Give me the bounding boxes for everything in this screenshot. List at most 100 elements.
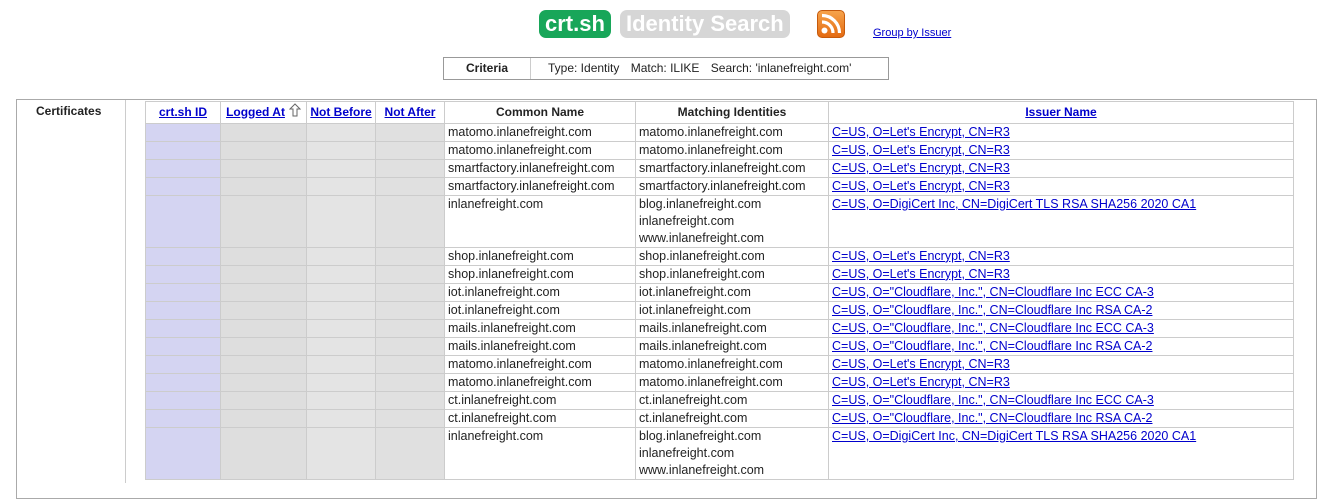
not-before-cell [306, 318, 376, 338]
issuer-link[interactable]: C=US, O=Let's Encrypt, CN=R3 [832, 249, 1010, 263]
matching-identity: iot.inlanefreight.com [639, 284, 751, 299]
not-before-cell [306, 390, 376, 410]
not-before-cell [306, 246, 376, 266]
not-before-cell [306, 122, 376, 142]
crtsh-id-cell[interactable] [145, 336, 221, 356]
issuer-link[interactable]: C=US, O="Cloudflare, Inc.", CN=Cloudflar… [832, 339, 1152, 353]
matching-identity: matomo.inlanefreight.com [639, 356, 783, 371]
issuer-name-cell: C=US, O="Cloudflare, Inc.", CN=Cloudflar… [828, 390, 1294, 410]
common-name-cell: smartfactory.inlanefreight.com [444, 176, 636, 196]
crtsh-id-cell[interactable] [145, 140, 221, 160]
crtsh-logo[interactable]: crt.sh [539, 10, 611, 38]
crtsh-id-cell[interactable] [145, 390, 221, 410]
matching-identity: inlanefreight.com [639, 213, 735, 228]
issuer-link[interactable]: C=US, O=Let's Encrypt, CN=R3 [832, 143, 1010, 157]
matching-identity: matomo.inlanefreight.com [639, 124, 783, 139]
not-before-cell [306, 264, 376, 284]
matching-identities-cell: matomo.inlanefreight.com [635, 372, 829, 392]
issuer-link[interactable]: C=US, O=DigiCert Inc, CN=DigiCert TLS RS… [832, 197, 1196, 211]
criteria-search: Search: 'inlanefreight.com' [710, 61, 852, 75]
col-not-before[interactable]: Not Before [306, 101, 376, 124]
matching-identities-cell: ct.inlanefreight.com [635, 408, 829, 428]
issuer-name-cell: C=US, O=Let's Encrypt, CN=R3 [828, 264, 1294, 284]
matching-identities-cell: matomo.inlanefreight.com [635, 140, 829, 160]
issuer-link[interactable]: C=US, O=Let's Encrypt, CN=R3 [832, 125, 1010, 139]
issuer-name-cell: C=US, O=DigiCert Inc, CN=DigiCert TLS RS… [828, 194, 1294, 248]
common-name-cell: matomo.inlanefreight.com [444, 122, 636, 142]
issuer-link[interactable]: C=US, O=Let's Encrypt, CN=R3 [832, 161, 1010, 175]
issuer-name-cell: C=US, O=Let's Encrypt, CN=R3 [828, 158, 1294, 178]
issuer-link[interactable]: C=US, O="Cloudflare, Inc.", CN=Cloudflar… [832, 285, 1154, 299]
crtsh-id-cell[interactable] [145, 246, 221, 266]
matching-identities-cell: mails.inlanefreight.com [635, 318, 829, 338]
issuer-name-cell: C=US, O=Let's Encrypt, CN=R3 [828, 140, 1294, 160]
matching-identity: matomo.inlanefreight.com [639, 374, 783, 389]
col-matching-identities: Matching Identities [635, 101, 829, 124]
matching-identities-cell: matomo.inlanefreight.com [635, 122, 829, 142]
issuer-name-cell: C=US, O=Let's Encrypt, CN=R3 [828, 122, 1294, 142]
not-before-cell [306, 140, 376, 160]
crtsh-id-cell[interactable] [145, 426, 221, 480]
col-crtsh-id[interactable]: crt.sh ID [145, 101, 221, 124]
crtsh-id-cell[interactable] [145, 282, 221, 302]
table-row: inlanefreight.com blog.inlanefreight.com i… [145, 426, 1294, 480]
logged-at-cell [220, 318, 307, 338]
not-after-cell [375, 372, 445, 392]
issuer-name-cell: C=US, O=Let's Encrypt, CN=R3 [828, 372, 1294, 392]
common-name-cell: matomo.inlanefreight.com [444, 354, 636, 374]
crtsh-id-cell[interactable] [145, 194, 221, 248]
not-after-cell [375, 408, 445, 428]
crtsh-id-cell[interactable] [145, 354, 221, 374]
crtsh-id-cell[interactable] [145, 300, 221, 320]
issuer-link[interactable]: C=US, O=Let's Encrypt, CN=R3 [832, 179, 1010, 193]
not-before-cell [306, 336, 376, 356]
col-not-after[interactable]: Not After [375, 101, 445, 124]
logged-at-cell [220, 372, 307, 392]
not-before-cell [306, 176, 376, 196]
issuer-name-cell: C=US, O=DigiCert Inc, CN=DigiCert TLS RS… [828, 426, 1294, 480]
crtsh-id-cell[interactable] [145, 176, 221, 196]
criteria-values: Type: Identity Match: ILIKE Search: 'inl… [548, 58, 859, 79]
issuer-name-cell: C=US, O=Let's Encrypt, CN=R3 [828, 176, 1294, 196]
issuer-link[interactable]: C=US, O=Let's Encrypt, CN=R3 [832, 375, 1010, 389]
issuer-link[interactable]: C=US, O="Cloudflare, Inc.", CN=Cloudflar… [832, 303, 1152, 317]
col-logged-at[interactable]: Logged At [220, 101, 307, 124]
crtsh-id-cell[interactable] [145, 122, 221, 142]
matching-identities-cell: smartfactory.inlanefreight.com [635, 158, 829, 178]
not-after-cell [375, 282, 445, 302]
not-after-cell [375, 354, 445, 374]
col-issuer-name[interactable]: Issuer Name [828, 101, 1294, 124]
crtsh-id-cell[interactable] [145, 264, 221, 284]
sort-up-arrow-icon [288, 103, 302, 123]
issuer-name-cell: C=US, O=Let's Encrypt, CN=R3 [828, 354, 1294, 374]
logged-at-cell [220, 354, 307, 374]
matching-identity: www.inlanefreight.com [639, 462, 765, 477]
common-name-cell: iot.inlanefreight.com [444, 300, 636, 320]
crtsh-id-cell[interactable] [145, 372, 221, 392]
rss-feed-icon[interactable] [817, 10, 845, 38]
issuer-name-cell: C=US, O="Cloudflare, Inc.", CN=Cloudflar… [828, 300, 1294, 320]
issuer-link[interactable]: C=US, O=Let's Encrypt, CN=R3 [832, 267, 1010, 281]
issuer-link[interactable]: C=US, O="Cloudflare, Inc.", CN=Cloudflar… [832, 393, 1154, 407]
crtsh-id-cell[interactable] [145, 158, 221, 178]
issuer-name-cell: C=US, O="Cloudflare, Inc.", CN=Cloudflar… [828, 282, 1294, 302]
not-before-cell [306, 300, 376, 320]
matching-identity: smartfactory.inlanefreight.com [639, 160, 806, 175]
common-name-cell: inlanefreight.com [444, 426, 636, 480]
logged-at-cell [220, 122, 307, 142]
crtsh-id-cell[interactable] [145, 408, 221, 428]
issuer-link[interactable]: C=US, O="Cloudflare, Inc.", CN=Cloudflar… [832, 411, 1152, 425]
issuer-link[interactable]: C=US, O=DigiCert Inc, CN=DigiCert TLS RS… [832, 429, 1196, 443]
issuer-link[interactable]: C=US, O="Cloudflare, Inc.", CN=Cloudflar… [832, 321, 1154, 335]
logged-at-cell [220, 140, 307, 160]
matching-identities-cell: iot.inlanefreight.com [635, 300, 829, 320]
crtsh-id-cell[interactable] [145, 318, 221, 338]
not-after-cell [375, 426, 445, 480]
matching-identity: www.inlanefreight.com [639, 230, 765, 245]
issuer-link[interactable]: C=US, O=Let's Encrypt, CN=R3 [832, 357, 1010, 371]
group-by-issuer-link[interactable]: Group by Issuer [873, 27, 951, 39]
matching-identity: mails.inlanefreight.com [639, 320, 767, 335]
table-row: smartfactory.inlanefreight.com smartfacto… [145, 176, 1294, 196]
not-after-cell [375, 194, 445, 248]
matching-identity: iot.inlanefreight.com [639, 302, 751, 317]
